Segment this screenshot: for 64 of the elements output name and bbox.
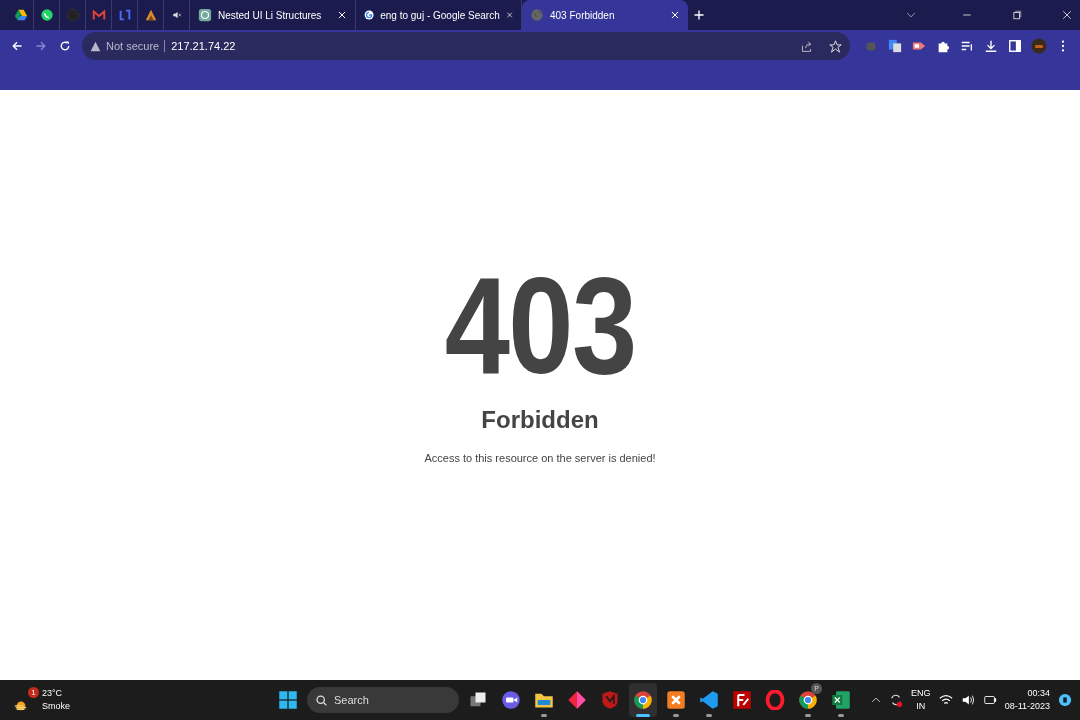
taskbar-app[interactable]: [629, 683, 657, 717]
code-editor-icon: [699, 690, 719, 710]
star-icon[interactable]: [829, 39, 842, 53]
search-placeholder: Search: [334, 694, 369, 706]
running-indicator: [636, 714, 650, 717]
restore-icon[interactable]: [1012, 10, 1022, 20]
language-indicator[interactable]: ENG IN: [911, 687, 931, 713]
close-icon[interactable]: [1062, 10, 1072, 20]
xampp-icon: [666, 690, 686, 710]
address-bar[interactable]: Not secure 217.21.74.22: [82, 32, 850, 60]
error-title: Forbidden: [481, 406, 599, 434]
chat-bubble-icon: [39, 8, 54, 22]
download-icon[interactable]: [984, 39, 998, 53]
error-code: 403: [444, 256, 636, 394]
chrome-icon: [633, 690, 653, 710]
volume-icon[interactable]: [960, 693, 975, 707]
shield-icon: [600, 690, 620, 710]
translate-icon[interactable]: [888, 39, 902, 53]
mail-icon: [91, 8, 106, 22]
security-label: Not secure: [106, 40, 160, 52]
sync-icon[interactable]: [889, 693, 904, 707]
share-icon[interactable]: [800, 39, 813, 53]
avatar-icon[interactable]: [1031, 38, 1047, 54]
chatbot-icon: [198, 8, 212, 22]
puzzle-icon[interactable]: [936, 39, 950, 53]
globe-icon: [530, 8, 544, 22]
running-indicator: [706, 714, 712, 717]
mountain-logo-icon: [143, 8, 158, 22]
diamond-icon: [567, 690, 587, 710]
running-indicator: [541, 714, 547, 717]
chrome-icon: [798, 690, 818, 710]
notification-badge: 1: [28, 687, 39, 698]
search-field[interactable]: Search: [307, 687, 459, 713]
opera-icon: [765, 690, 785, 710]
back-icon[interactable]: [11, 40, 23, 52]
clock[interactable]: 00:34 08-11-2023: [1004, 687, 1050, 713]
running-indicator: [805, 714, 811, 717]
speaker-icon: [171, 10, 182, 20]
wifi-icon[interactable]: [938, 693, 953, 707]
url-text: 217.21.74.22: [164, 40, 795, 52]
error-message: Access to this resource on the server is denied!: [424, 452, 656, 464]
running-indicator: [838, 714, 844, 717]
chevron-down-icon[interactable]: [906, 10, 916, 20]
video-chat-icon: [501, 690, 521, 710]
chevron-up-icon[interactable]: [871, 695, 882, 705]
weather-condition: Smoke: [42, 700, 70, 713]
drive-icon: [13, 8, 28, 22]
notifications-icon[interactable]: [1058, 693, 1072, 707]
reload-icon[interactable]: [59, 40, 71, 52]
new-tab-icon[interactable]: [693, 9, 705, 21]
forward-icon[interactable]: [35, 40, 47, 52]
filezilla-icon: [732, 690, 752, 710]
search-icon: [315, 693, 328, 707]
playlist-icon[interactable]: [960, 39, 974, 53]
start-icon[interactable]: [278, 690, 298, 710]
google-icon: [364, 8, 375, 22]
running-indicator: [673, 714, 679, 717]
temperature: 23°C: [42, 687, 64, 700]
side-panel-icon[interactable]: [1008, 39, 1022, 53]
bracket-logo-icon: [117, 8, 132, 22]
warning-icon: [90, 40, 101, 52]
spreadsheet-icon: [831, 690, 851, 710]
battery-icon[interactable]: [982, 693, 997, 707]
browser-tab[interactable]: 403 Forbidden: [522, 0, 688, 30]
